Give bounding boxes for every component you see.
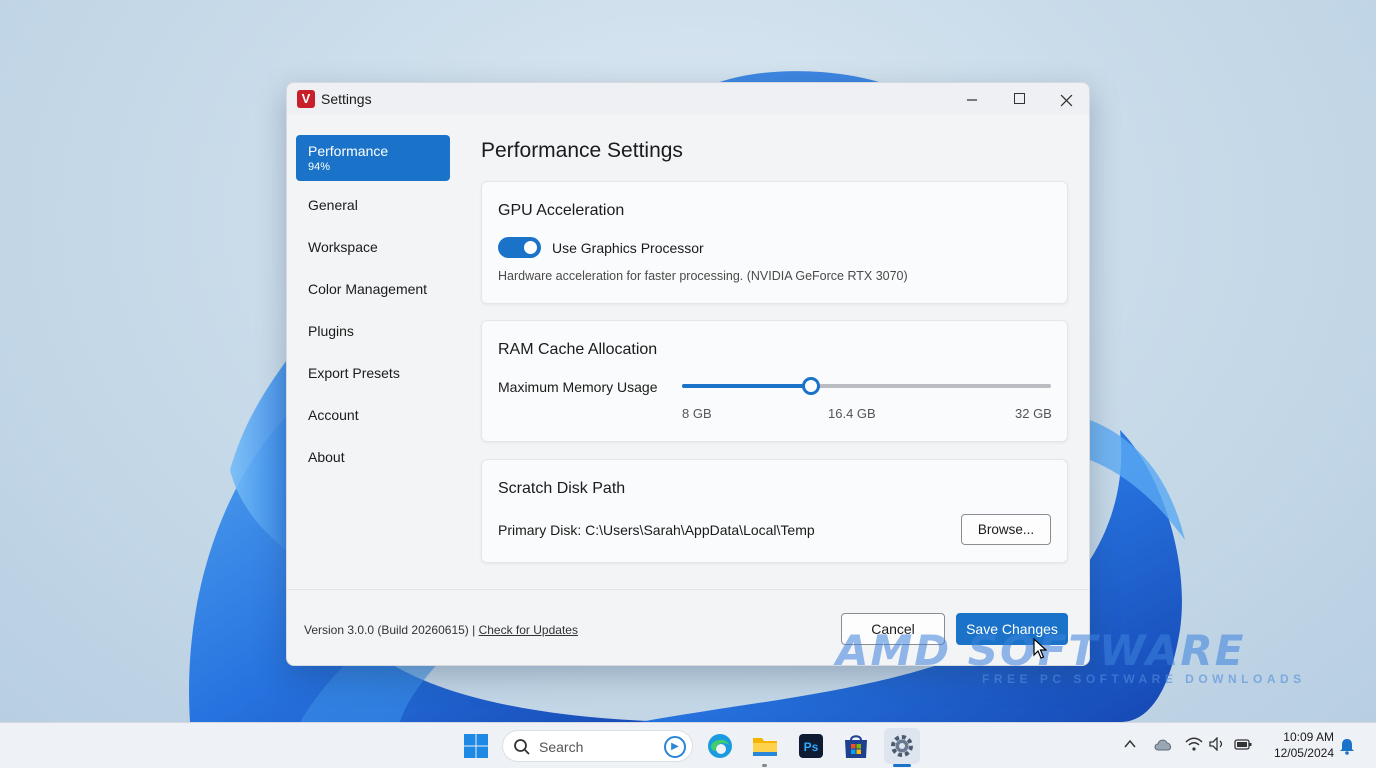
start-icon[interactable] — [461, 731, 491, 761]
sidebar-item-sublabel: 94% — [308, 161, 331, 173]
copilot-icon[interactable]: ▶ — [664, 736, 686, 758]
gpu-toggle-label: Use Graphics Processor — [552, 240, 704, 256]
system-clock[interactable]: 10:09 AM 12/05/2024 — [1262, 729, 1334, 761]
maximize-icon — [1013, 93, 1025, 105]
settings-sidebar: Performance 94% General Workspace Color … — [296, 135, 450, 478]
sidebar-item-general[interactable]: General — [296, 184, 450, 226]
check-updates-link[interactable]: Check for Updates — [479, 623, 578, 637]
gpu-acceleration-card: GPU Acceleration Use Graphics Processor … — [481, 181, 1068, 304]
title-bar[interactable]: V Settings — [287, 83, 1089, 115]
slider-min-label: 8 GB — [682, 406, 712, 421]
settings-gear-icon — [891, 735, 913, 757]
running-indicator — [762, 764, 767, 767]
chevron-up-icon[interactable] — [1123, 737, 1137, 751]
clock-time: 10:09 AM — [1283, 730, 1334, 744]
browse-button[interactable]: Browse... — [961, 514, 1051, 545]
scratch-disk-card: Scratch Disk Path Primary Disk: C:\Users… — [481, 459, 1068, 563]
search-icon — [514, 739, 530, 755]
disk-card-title: Scratch Disk Path — [498, 480, 626, 497]
sidebar-item-color-management[interactable]: Color Management — [296, 268, 450, 310]
minimize-button[interactable] — [949, 83, 995, 115]
page-title: Performance Settings — [481, 139, 683, 162]
sidebar-item-about[interactable]: About — [296, 436, 450, 478]
close-icon — [1060, 94, 1072, 107]
store-icon[interactable] — [841, 731, 871, 761]
slider-thumb[interactable] — [802, 377, 821, 395]
sidebar-item-account[interactable]: Account — [296, 394, 450, 436]
window-title: Settings — [321, 91, 372, 107]
mouse-cursor-icon — [1033, 638, 1047, 659]
sidebar-item-plugins[interactable]: Plugins — [296, 310, 450, 352]
ram-cache-card: RAM Cache Allocation Maximum Memory Usag… — [481, 320, 1068, 442]
ram-card-title: RAM Cache Allocation — [498, 341, 658, 358]
notification-bell-icon[interactable] — [1338, 737, 1356, 755]
sidebar-item-label: Performance — [308, 143, 389, 159]
taskbar: Search ▶ Ps 10:09 AM 12/05/2024 — [0, 722, 1376, 768]
battery-icon[interactable] — [1234, 737, 1252, 751]
memory-slider[interactable] — [682, 377, 1051, 397]
memory-usage-label: Maximum Memory Usage — [498, 379, 658, 395]
slider-max-label: 32 GB — [1015, 406, 1052, 421]
slider-value-label: 16.4 GB — [828, 406, 876, 421]
maximize-button[interactable] — [996, 83, 1042, 115]
settings-window: V Settings Performance 94% General Works… — [286, 82, 1090, 666]
slider-fill — [682, 384, 812, 388]
clock-date: 12/05/2024 — [1273, 746, 1334, 760]
wifi-icon[interactable] — [1185, 737, 1203, 751]
search-placeholder: Search — [539, 739, 584, 755]
edge-icon[interactable] — [705, 731, 735, 761]
sidebar-item-export-presets[interactable]: Export Presets — [296, 352, 450, 394]
sidebar-item-workspace[interactable]: Workspace — [296, 226, 450, 268]
close-button[interactable] — [1043, 83, 1089, 115]
onedrive-cloud-icon[interactable] — [1153, 737, 1173, 751]
taskbar-search[interactable]: Search ▶ — [502, 730, 693, 762]
gpu-description: Hardware acceleration for faster process… — [498, 269, 908, 283]
photoshop-icon[interactable]: Ps — [796, 731, 826, 761]
svg-text:Ps: Ps — [804, 740, 819, 754]
volume-icon[interactable] — [1209, 737, 1227, 751]
minimize-icon — [967, 99, 977, 101]
gpu-toggle[interactable] — [498, 237, 541, 258]
version-info: Version 3.0.0 (Build 20260615) | Check f… — [304, 623, 578, 637]
toggle-knob — [524, 241, 537, 254]
file-explorer-icon[interactable] — [750, 731, 780, 761]
active-app-indicator — [893, 764, 911, 767]
footer-divider — [287, 589, 1089, 590]
cancel-button[interactable]: Cancel — [841, 613, 945, 645]
app-logo-icon: V — [297, 90, 315, 108]
gpu-card-title: GPU Acceleration — [498, 202, 625, 219]
disk-path-text: Primary Disk: C:\Users\Sarah\AppData\Loc… — [498, 522, 815, 538]
save-changes-button[interactable]: Save Changes — [956, 613, 1068, 645]
version-text: Version 3.0.0 (Build 20260615) | — [304, 623, 476, 637]
settings-taskbar-button[interactable] — [884, 728, 920, 764]
sidebar-item-performance[interactable]: Performance 94% — [296, 135, 450, 181]
